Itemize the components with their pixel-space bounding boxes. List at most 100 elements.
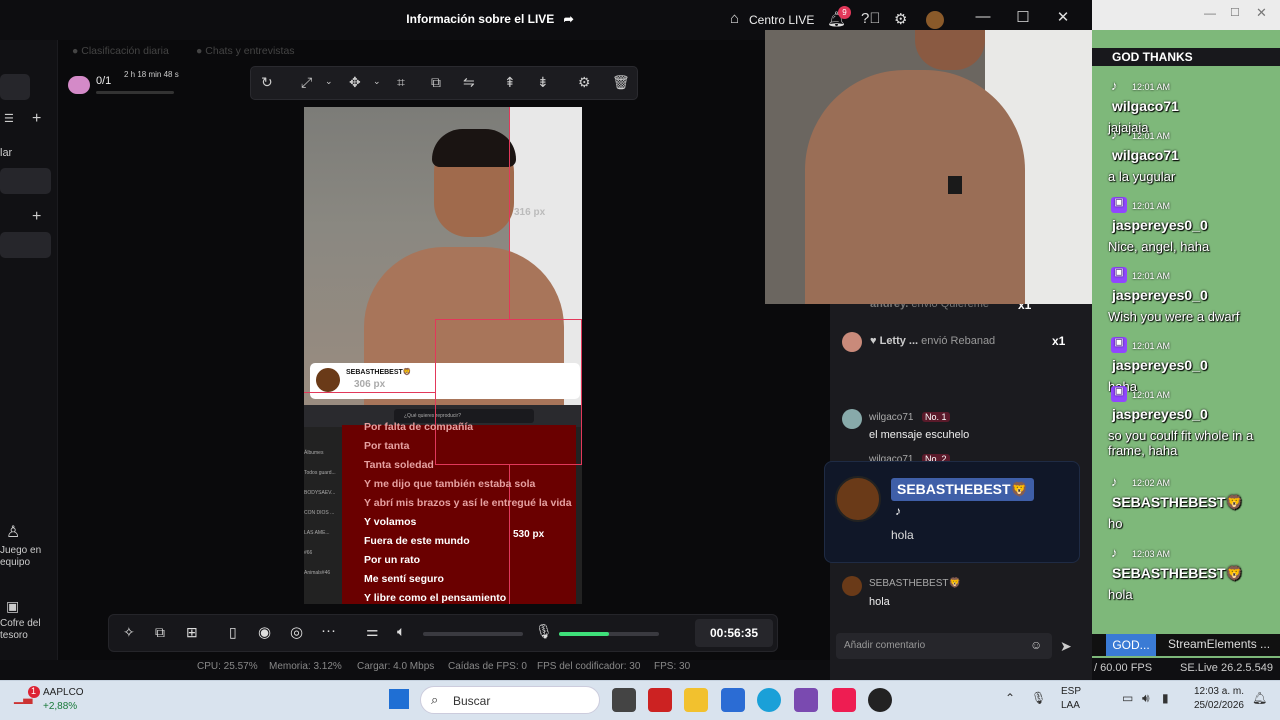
taskbar-search[interactable]: ⌕ Buscar — [420, 686, 600, 714]
share-icon[interactable]: ➦ — [564, 12, 574, 26]
list-icon[interactable]: ☰ — [4, 112, 14, 125]
maximize-button[interactable]: ☐ — [1230, 6, 1240, 19]
taskview-icon[interactable] — [612, 688, 636, 712]
network-icon[interactable]: ▭ — [1122, 691, 1133, 705]
copy-icon[interactable]: ⧉ — [431, 74, 441, 91]
clock-time[interactable]: 12:03 a. m. — [1188, 686, 1244, 697]
chest-icon[interactable]: ▣ — [6, 598, 19, 615]
add-source-icon[interactable]: ⊞ — [186, 624, 198, 641]
chevron-down-icon[interactable]: ⌄ — [373, 76, 381, 87]
juego-en-equipo[interactable]: Juego en equipo — [0, 545, 55, 569]
message-time: 12:03 AM — [1132, 549, 1171, 559]
chevron-down-icon[interactable]: ⌄ — [325, 76, 333, 87]
tab-streamelements[interactable]: StreamElements ... — [1168, 637, 1270, 651]
minimize-button[interactable]: — — [1204, 6, 1216, 20]
live-timer: 00:56:35 — [695, 619, 773, 647]
layer-up-icon[interactable]: ⇞ — [504, 74, 516, 91]
list-item[interactable] — [0, 232, 51, 258]
resize-icon[interactable]: ⤢ — [301, 74, 312, 91]
sidebar-item[interactable]: BODYSAEV... — [304, 490, 335, 496]
live-preview[interactable]: SEBASTHEBEST🦁 306 px ¿Qué quieres reprod… — [304, 107, 582, 604]
lang[interactable]: ESP — [1061, 686, 1081, 697]
mixer-icon[interactable]: ⚌ — [366, 623, 379, 640]
notification-icon[interactable]: 🔔︎ — [1252, 691, 1267, 705]
mic-slider[interactable] — [559, 632, 659, 636]
emoji-icon[interactable]: ☺ — [1030, 638, 1042, 652]
stock-icon[interactable]: ▁▃ — [14, 690, 32, 704]
help-icon[interactable]: ?⃝ — [861, 10, 881, 27]
screen-icon[interactable]: ⧉ — [155, 624, 165, 641]
position-icon[interactable]: ✥ — [349, 74, 361, 91]
enc-fps-stat: FPS del codificador: 30 — [537, 661, 641, 672]
app-icon[interactable] — [648, 688, 672, 712]
flip-icon[interactable]: ⇋ — [463, 74, 475, 91]
close-button[interactable]: ✕ — [1256, 5, 1267, 21]
folder-icon[interactable] — [684, 688, 708, 712]
search-placeholder: Buscar — [453, 694, 491, 708]
tiktok-icon: ♪ — [895, 504, 901, 518]
capture-icon[interactable]: ◎ — [290, 623, 303, 641]
crop-icon[interactable]: ⌗ — [397, 74, 405, 91]
tiktok-live-icon[interactable] — [832, 688, 856, 712]
load-stat: Cargar: 4.0 Mbps — [357, 661, 435, 672]
bottom-px-label: 530 px — [513, 529, 545, 540]
volume-icon[interactable]: 🔊︎ — [1142, 691, 1150, 706]
add-icon[interactable]: + — [32, 208, 41, 226]
camera-popup[interactable] — [765, 30, 1111, 304]
phone-icon[interactable]: ▯ — [229, 624, 237, 641]
sidebar-item[interactable]: LAS AME... — [304, 530, 330, 536]
volume-slider[interactable] — [423, 632, 523, 636]
sidebar-item[interactable]: Todos guard... — [304, 470, 336, 476]
volume-icon[interactable]: 🔈︎ — [397, 623, 405, 640]
lyric-line: Fuera de este mundo — [364, 535, 470, 547]
panel-box[interactable] — [0, 74, 30, 100]
layer-down-icon[interactable]: ⇟ — [537, 74, 549, 91]
magic-icon[interactable]: ✧ — [123, 624, 135, 641]
send-icon[interactable]: ➤ — [1060, 638, 1072, 655]
minimize-button[interactable]: — — [968, 8, 998, 25]
lang2: LAA — [1061, 700, 1080, 711]
store-icon[interactable] — [721, 688, 745, 712]
battery-icon[interactable]: ▮ — [1162, 691, 1169, 705]
search-icon: ⌕ — [431, 692, 439, 707]
trash-icon[interactable]: 🗑︎ — [612, 74, 630, 91]
chevron-up-icon[interactable]: ⌃ — [1005, 691, 1015, 705]
obs-icon[interactable] — [868, 688, 892, 712]
gear-icon[interactable]: ⚙ — [894, 10, 907, 28]
cofre-del-tesoro[interactable]: Cofre del tesoro — [0, 618, 55, 642]
card-px-label: 306 px — [354, 379, 386, 390]
sidebar-item[interactable]: Animals#46 — [304, 570, 330, 576]
comment-input[interactable]: Añadir comentario ☺ — [836, 633, 1052, 659]
edge-icon[interactable] — [757, 688, 781, 712]
tab-chats[interactable]: ● Chats y entrevistas — [196, 45, 295, 57]
message-time: 12:01 AM — [1132, 131, 1171, 141]
maximize-button[interactable]: ☐ — [1008, 8, 1038, 26]
home-icon[interactable]: ⌂ — [730, 10, 739, 27]
add-icon[interactable]: + — [32, 110, 41, 128]
sidebar-item[interactable]: CON DIOS ... — [304, 510, 334, 516]
close-button[interactable]: ✕ — [1048, 8, 1078, 26]
tab-god[interactable]: GOD... — [1106, 634, 1156, 656]
app-icon[interactable] — [794, 688, 818, 712]
rotate-icon[interactable]: ↻ — [261, 74, 273, 91]
tiktok-icon: ♪ — [1111, 127, 1118, 142]
settings-icon[interactable]: ⚙ — [578, 74, 591, 91]
lyric-line: Por tanta — [364, 440, 410, 452]
record-icon[interactable]: ◉ — [258, 623, 271, 641]
list-item[interactable] — [0, 168, 51, 194]
tab-clasificacion[interactable]: ● Clasificación diaria — [72, 45, 169, 57]
centro-live-button[interactable]: Centro LIVE — [749, 13, 814, 27]
selection-box[interactable] — [435, 319, 582, 465]
team-icon[interactable]: ♙ — [6, 522, 20, 542]
mic-icon[interactable]: 🎙︎ — [535, 623, 553, 640]
tiktok-icon: ♪ — [1111, 545, 1118, 560]
mic-icon[interactable]: 🎙︎ — [1031, 691, 1046, 705]
avatar — [842, 576, 862, 596]
stock-name[interactable]: AAPLCO — [43, 687, 84, 698]
sidebar-item[interactable]: #66 — [304, 550, 312, 556]
windows-start-icon[interactable] — [389, 689, 409, 709]
more-icon[interactable]: ··· — [321, 622, 336, 639]
avatar[interactable] — [926, 11, 944, 29]
comment-text: hola — [869, 596, 890, 608]
sidebar-item[interactable]: Álbumes — [304, 450, 323, 456]
